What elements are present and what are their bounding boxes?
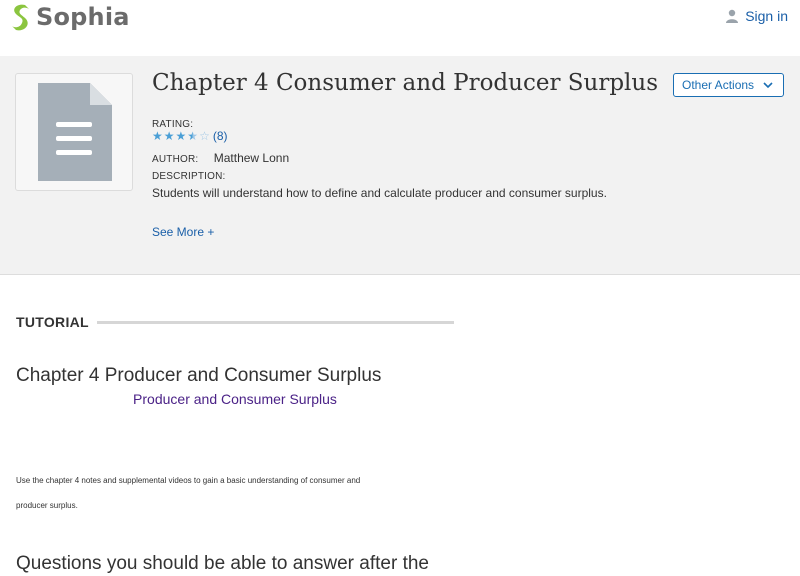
tutorial-subheading: Producer and Consumer Surplus: [133, 391, 337, 407]
author-row: AUTHOR: Matthew Lonn: [152, 151, 289, 165]
sophia-logo[interactable]: Sophia: [10, 3, 130, 31]
author-label: AUTHOR:: [152, 154, 199, 165]
star-half-icon: ★: [187, 129, 199, 143]
chevron-down-icon: [763, 81, 773, 88]
sophia-logo-icon: [12, 4, 29, 31]
brand-name: Sophia: [36, 3, 130, 31]
rating-count[interactable]: (8): [213, 129, 228, 143]
star-full-icon: ★: [152, 129, 163, 143]
star-empty-icon: ☆: [199, 129, 210, 143]
sign-in-link[interactable]: Sign in: [725, 8, 788, 24]
description-text: Students will understand how to define a…: [152, 186, 607, 200]
resource-header: Chapter 4 Consumer and Producer Surplus …: [0, 56, 800, 275]
tutorial-heading: Chapter 4 Producer and Consumer Surplus: [16, 365, 382, 386]
other-actions-label: Other Actions: [682, 78, 755, 92]
top-navigation: Sophia Sign in: [0, 0, 800, 56]
star-full-icon: ★: [163, 129, 175, 143]
resource-title: Chapter 4 Consumer and Producer Surplus: [152, 70, 659, 96]
document-icon: [38, 83, 112, 181]
resource-thumbnail: [15, 73, 133, 191]
body-text-line-2: producer surplus.: [16, 501, 78, 510]
user-icon: [726, 9, 739, 23]
sign-in-label: Sign in: [745, 8, 788, 24]
description-label: DESCRIPTION:: [152, 171, 226, 182]
star-rating[interactable]: ★ ★ ★ ★ ☆ (8): [152, 129, 228, 143]
other-actions-button[interactable]: Other Actions: [673, 73, 784, 97]
see-more-link[interactable]: See More +: [152, 225, 214, 239]
author-name: Matthew Lonn: [213, 151, 290, 165]
body-text-line-1: Use the chapter 4 notes and supplemental…: [16, 476, 361, 485]
section-divider: [96, 320, 454, 324]
questions-heading: Questions you should be able to answer a…: [16, 553, 429, 574]
tutorial-section-header: TUTORIAL: [16, 314, 454, 330]
tutorial-label: TUTORIAL: [16, 314, 89, 330]
star-full-icon: ★: [175, 129, 187, 143]
